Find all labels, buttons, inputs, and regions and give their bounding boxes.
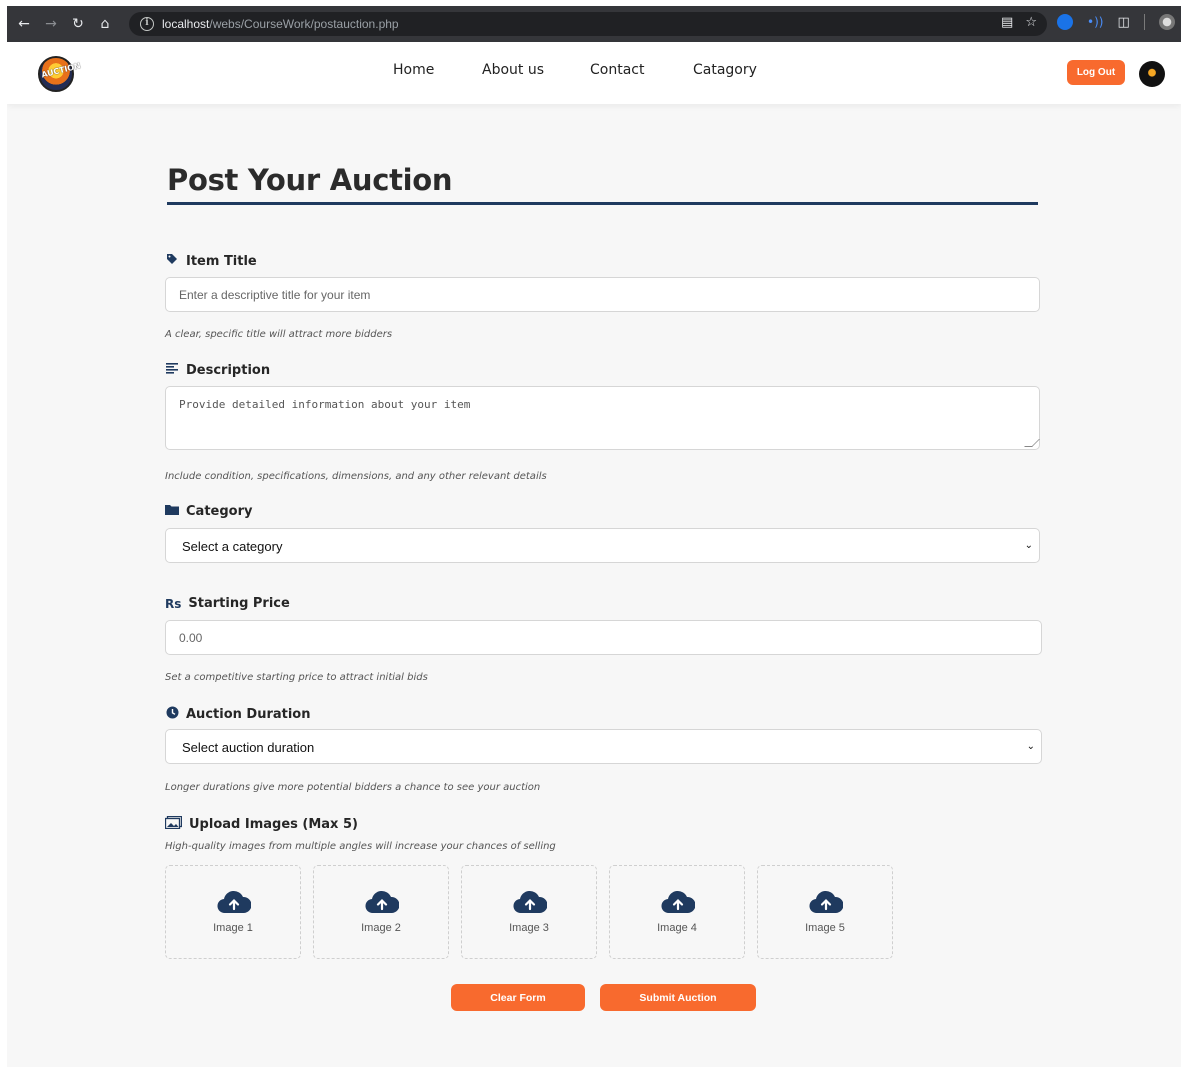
title-divider xyxy=(167,202,1038,205)
url-text: localhost/webs/CourseWork/postauction.ph… xyxy=(162,17,399,31)
description-hint: Include condition, specifications, dimen… xyxy=(165,471,547,482)
page-title: Post Your Auction xyxy=(167,163,453,197)
cloud-upload-icon xyxy=(365,890,399,914)
auction-duration-select[interactable]: Select auction duration ⌄ xyxy=(165,729,1042,764)
home-icon[interactable]: ⌂ xyxy=(95,14,115,34)
bookmark-star-icon[interactable]: ☆ xyxy=(1025,15,1037,30)
description-placeholder: Provide detailed information about your … xyxy=(179,398,471,411)
nav-about-us[interactable]: About us xyxy=(482,62,544,78)
description-textarea[interactable]: Provide detailed information about your … xyxy=(165,386,1040,450)
upload-slot-caption: Image 3 xyxy=(509,922,549,934)
category-select[interactable]: Select a category ⌄ xyxy=(165,528,1040,563)
duration-selected-value: Select auction duration xyxy=(182,740,315,755)
cloud-upload-icon xyxy=(217,890,251,914)
site-info-icon[interactable]: i xyxy=(140,17,154,31)
nav-category[interactable]: Catagory xyxy=(693,62,757,78)
rupee-icon: Rs xyxy=(165,596,182,611)
category-label: Category xyxy=(165,504,252,519)
item-title-label: Item Title xyxy=(165,253,257,269)
starting-price-label: Rs Starting Price xyxy=(165,596,290,611)
folder-icon xyxy=(165,504,179,519)
auction-duration-label: Auction Duration xyxy=(165,706,311,723)
logout-button[interactable]: Log Out xyxy=(1067,60,1125,85)
address-bar[interactable]: i localhost/webs/CourseWork/postauction.… xyxy=(129,12,1047,36)
toolbar-separator xyxy=(1143,14,1145,30)
resize-handle[interactable] xyxy=(1024,439,1040,447)
upload-slot-2[interactable]: Image 2 xyxy=(313,865,449,959)
duration-hint: Longer durations give more potential bid… xyxy=(165,782,541,793)
profile-avatar-icon[interactable] xyxy=(1158,14,1175,30)
clock-icon xyxy=(165,706,179,723)
forward-icon[interactable]: → xyxy=(41,14,61,34)
upload-slot-1[interactable]: Image 1 xyxy=(165,865,301,959)
extensions-puzzle-icon[interactable]: ◫ xyxy=(1117,15,1129,30)
extension-icon-blue[interactable] xyxy=(1057,14,1073,30)
nav-contact[interactable]: Contact xyxy=(590,62,644,78)
reading-mode-icon[interactable]: ▤ xyxy=(1001,15,1013,30)
cloud-upload-icon xyxy=(809,890,843,914)
tag-icon xyxy=(165,253,179,269)
upload-slot-4[interactable]: Image 4 xyxy=(609,865,745,959)
starting-price-placeholder: 0.00 xyxy=(179,631,203,645)
upload-slot-caption: Image 2 xyxy=(361,922,401,934)
cloud-upload-icon xyxy=(513,890,547,914)
upload-slot-3[interactable]: Image 3 xyxy=(461,865,597,959)
upload-images-hint: High-quality images from multiple angles… xyxy=(165,841,556,852)
upload-slot-caption: Image 5 xyxy=(805,922,845,934)
starting-price-hint: Set a competitive starting price to attr… xyxy=(165,672,428,683)
item-title-hint: A clear, specific title will attract mor… xyxy=(165,329,393,340)
item-title-input[interactable]: Enter a descriptive title for your item xyxy=(165,277,1040,312)
align-left-icon xyxy=(165,363,179,378)
description-label: Description xyxy=(165,363,270,378)
chevron-down-icon: ⌄ xyxy=(1026,741,1035,752)
cloud-upload-icon xyxy=(661,890,695,914)
back-icon[interactable]: ← xyxy=(14,14,34,34)
chevron-down-icon: ⌄ xyxy=(1024,540,1033,551)
site-header: AUCTION Home About us Contact Catagory L… xyxy=(7,42,1181,104)
browser-toolbar: ← → ↻ ⌂ i localhost/webs/CourseWork/post… xyxy=(7,6,1181,42)
upload-slot-caption: Image 1 xyxy=(213,922,253,934)
upload-images-label: Upload Images (Max 5) xyxy=(164,815,358,833)
auction-express-logo[interactable]: AUCTION xyxy=(38,56,82,92)
reload-icon[interactable]: ↻ xyxy=(68,14,88,34)
item-title-placeholder: Enter a descriptive title for your item xyxy=(179,288,371,302)
submit-auction-button[interactable]: Submit Auction xyxy=(600,984,756,1011)
upload-slot-5[interactable]: Image 5 xyxy=(757,865,893,959)
starting-price-input[interactable]: 0.00 xyxy=(165,620,1042,655)
user-avatar[interactable] xyxy=(1139,61,1165,87)
browser-window: ← → ↻ ⌂ i localhost/webs/CourseWork/post… xyxy=(7,6,1181,1067)
upload-slot-caption: Image 4 xyxy=(657,922,697,934)
extension-sound-icon[interactable]: •)) xyxy=(1087,15,1103,29)
clear-form-button[interactable]: Clear Form xyxy=(451,984,585,1011)
images-icon xyxy=(164,815,183,833)
nav-home[interactable]: Home xyxy=(393,62,434,78)
category-selected-value: Select a category xyxy=(182,539,283,554)
